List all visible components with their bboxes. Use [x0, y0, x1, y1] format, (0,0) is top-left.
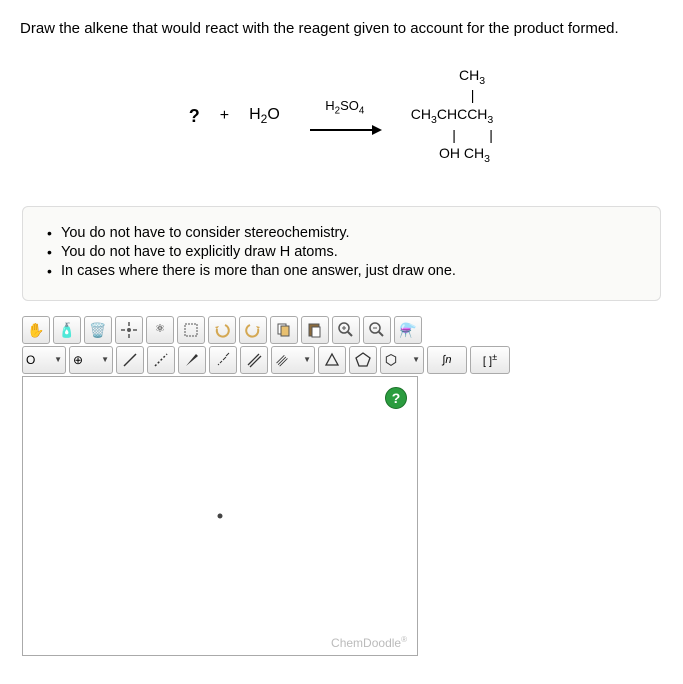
- element-label: O: [26, 353, 35, 367]
- canvas-center-dot: [218, 513, 223, 518]
- drawing-canvas[interactable]: ? ChemDoodle®: [22, 376, 418, 656]
- wedge-bond-tool[interactable]: [178, 346, 206, 374]
- chevron-down-icon: ▼: [54, 355, 62, 364]
- settings-icon: ⚗️: [399, 323, 416, 337]
- ring6-dropdown[interactable]: ▼: [380, 346, 424, 374]
- reagent-h2o: H2O: [249, 106, 280, 126]
- paint-tool[interactable]: 🧴: [53, 316, 81, 344]
- script-tool[interactable]: ∫n: [427, 346, 467, 374]
- copy-tool[interactable]: [270, 316, 298, 344]
- molecule-icon: ⚛: [155, 324, 165, 335]
- hand-tool[interactable]: ✋: [22, 316, 50, 344]
- paint-icon: 🧴: [58, 323, 75, 337]
- hand-icon: ✋: [27, 323, 44, 337]
- product-structure: CH3 | CH3CHCCH3 | | OH CH3: [410, 67, 494, 166]
- zoom-out-tool[interactable]: [363, 316, 391, 344]
- zoom-in-tool[interactable]: [332, 316, 360, 344]
- single-bond-tool[interactable]: [116, 346, 144, 374]
- lasso-icon: [182, 321, 200, 339]
- hash-bond-icon: [214, 351, 232, 369]
- selection-tool[interactable]: [177, 316, 205, 344]
- zoom-in-icon: [337, 321, 355, 339]
- center-tool[interactable]: [115, 316, 143, 344]
- dashed-bond-icon: [152, 351, 170, 369]
- instruction-item: In cases where there is more than one an…: [43, 263, 640, 279]
- toolbar-top: ✋ 🧴 🗑️ ⚛: [22, 316, 661, 344]
- help-button[interactable]: ?: [385, 387, 407, 409]
- unknown-reactant: ?: [189, 106, 200, 127]
- chevron-down-icon: ▼: [303, 355, 311, 364]
- triple-bond-icon: [275, 351, 289, 369]
- reaction-arrow-container: H2SO4: [300, 98, 390, 136]
- triple-bond-dropdown[interactable]: ▼: [271, 346, 315, 374]
- drawing-widget: ✋ 🧴 🗑️ ⚛: [22, 316, 661, 656]
- undo-tool[interactable]: [208, 316, 236, 344]
- chevron-down-icon: ▼: [101, 355, 109, 364]
- ring5-tool[interactable]: [349, 346, 377, 374]
- paste-icon: [306, 321, 324, 339]
- instruction-item: You do not have to explicitly draw H ato…: [43, 244, 640, 260]
- brackets-icon: [ ]±: [483, 352, 497, 368]
- trash-icon: 🗑️: [89, 323, 106, 337]
- double-bond-icon: [245, 351, 263, 369]
- undo-icon: [213, 321, 231, 339]
- hash-bond-tool[interactable]: [209, 346, 237, 374]
- brackets-tool[interactable]: [ ]±: [470, 346, 510, 374]
- charge-icon: ⊕: [73, 353, 83, 367]
- double-bond-tool[interactable]: [240, 346, 268, 374]
- redo-tool[interactable]: [239, 316, 267, 344]
- element-dropdown[interactable]: O ▼: [22, 346, 66, 374]
- ring3-tool[interactable]: [318, 346, 346, 374]
- trash-tool[interactable]: 🗑️: [84, 316, 112, 344]
- question-text: Draw the alkene that would react with th…: [20, 20, 663, 37]
- zoom-out-icon: [368, 321, 386, 339]
- paste-tool[interactable]: [301, 316, 329, 344]
- chemdoodle-branding: ChemDoodle®: [331, 635, 407, 650]
- template-tool[interactable]: ⚛: [146, 316, 174, 344]
- plus-sign: +: [220, 107, 229, 125]
- dashed-bond-tool[interactable]: [147, 346, 175, 374]
- settings-tool[interactable]: ⚗️: [394, 316, 422, 344]
- reaction-arrow: [310, 129, 380, 131]
- charge-dropdown[interactable]: ⊕ ▼: [69, 346, 113, 374]
- instructions-panel: You do not have to consider stereochemis…: [22, 206, 661, 301]
- wedge-bond-icon: [183, 351, 201, 369]
- chevron-down-icon: ▼: [412, 355, 420, 364]
- instruction-item: You do not have to consider stereochemis…: [43, 225, 640, 241]
- toolbar-bottom: O ▼ ⊕ ▼ ▼: [22, 346, 661, 374]
- single-bond-icon: [121, 351, 139, 369]
- hexagon-icon: [384, 351, 398, 369]
- center-icon: [120, 321, 138, 339]
- catalyst-label: H2SO4: [300, 98, 390, 117]
- script-icon: ∫n: [442, 354, 451, 366]
- copy-icon: [275, 321, 293, 339]
- reaction-equation: ? + H2O H2SO4 CH3 | CH3CHCCH3 | | OH CH3: [20, 67, 663, 166]
- redo-icon: [244, 321, 262, 339]
- pentagon-icon: [354, 351, 372, 369]
- triangle-icon: [323, 351, 341, 369]
